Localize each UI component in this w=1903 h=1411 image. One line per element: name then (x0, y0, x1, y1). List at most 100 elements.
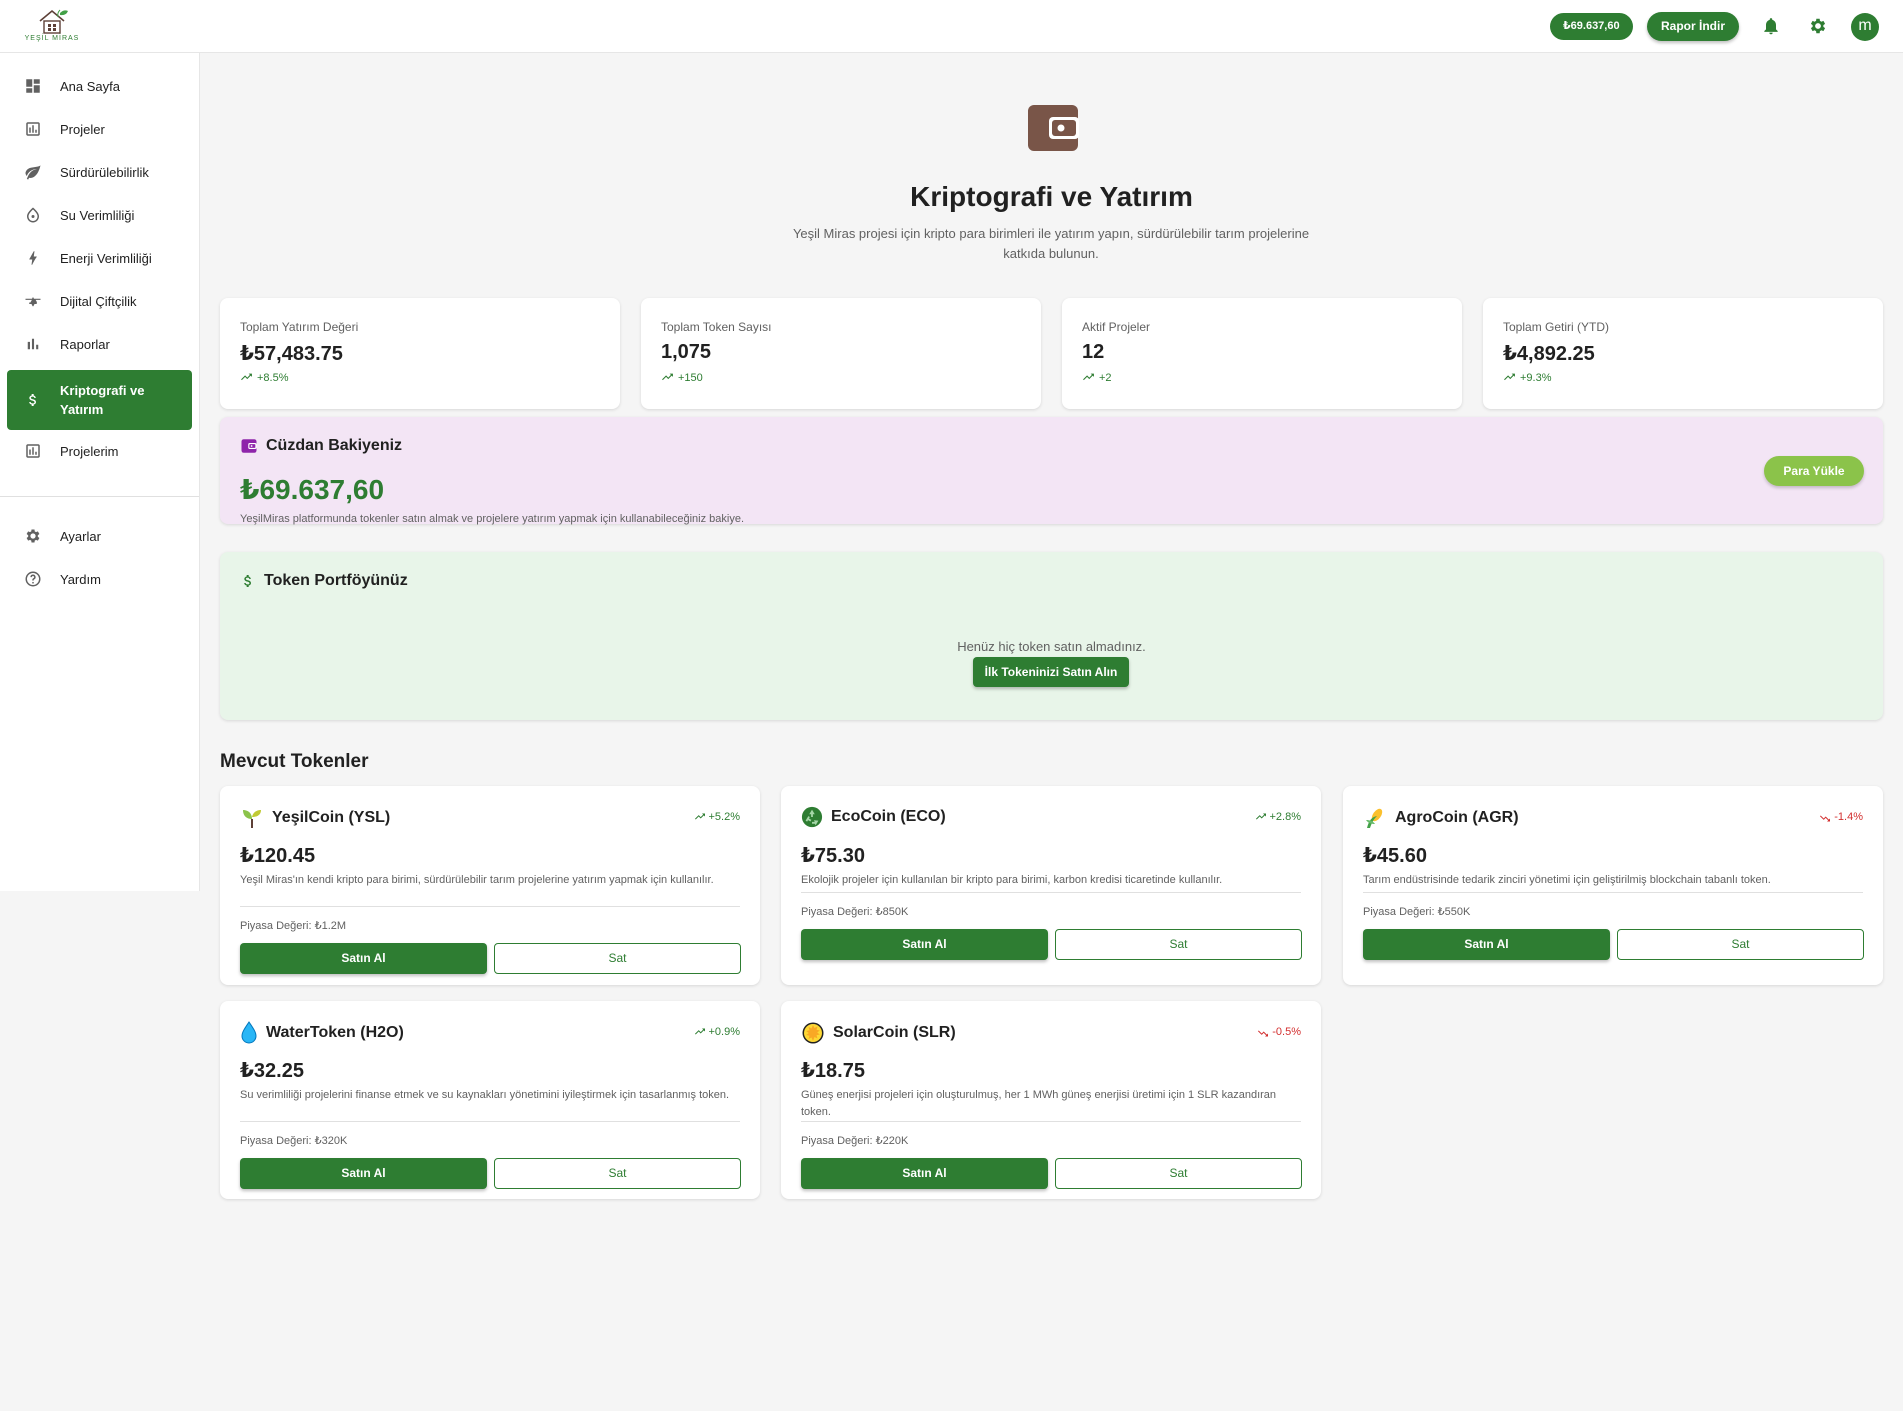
top-up-button[interactable]: Para Yükle (1764, 456, 1864, 486)
token-divider (240, 1121, 740, 1122)
token-change: +2.8% (1255, 811, 1302, 823)
buy-button[interactable]: Satın Al (801, 1158, 1048, 1189)
token-divider (240, 906, 740, 907)
token-change-value: +5.2% (708, 811, 741, 823)
leaf-icon (21, 163, 45, 181)
stat-change-value: +2 (1099, 372, 1112, 384)
stat-change: +9.3% (1503, 372, 1552, 384)
water-drop-icon (21, 206, 45, 224)
bolt-icon (21, 249, 45, 267)
sidebar-item-my-projects[interactable]: Projelerim (7, 431, 192, 471)
user-avatar[interactable]: m (1851, 13, 1879, 41)
token-change-value: -0.5% (1272, 1026, 1301, 1038)
token-name: SolarCoin (SLR) (833, 1024, 956, 1041)
token-change: +0.9% (694, 1026, 740, 1038)
token-price: ₺45.60 (1363, 845, 1427, 867)
wallet-card-header: Cüzdan Bakiyeniz (240, 437, 402, 455)
trending-up-icon (694, 1028, 705, 1034)
token-name: YeşilCoin (YSL) (272, 809, 391, 826)
stat-change-value: +150 (678, 372, 703, 384)
sell-button[interactable]: Sat (1055, 929, 1302, 960)
wallet-description: YeşilMiras platformunda tokenler satın a… (240, 513, 744, 525)
sidebar-item-label: Sürdürülebilirlik (60, 164, 149, 180)
sidebar-item-label: Su Verimliliği (60, 207, 135, 223)
download-report-button[interactable]: Rapor İndir (1647, 12, 1740, 41)
settings-gear-icon[interactable] (1808, 16, 1828, 36)
stat-card: Toplam Token Sayısı 1,075 +150 (641, 298, 1041, 409)
token-change-value: +2.8% (1269, 811, 1302, 823)
sidebar-item-reports[interactable]: Raporlar (7, 324, 192, 364)
token-divider (801, 1121, 1301, 1122)
bell-icon[interactable] (1761, 16, 1781, 36)
token-market-cap: Piyasa Değeri: ₺1.2M (240, 920, 347, 932)
token-card-h2o: WaterToken (H2O) +0.9% ₺32.25 Su verimli… (220, 1001, 760, 1199)
token-card-ysl: YeşilCoin (YSL) +5.2% ₺120.45 Yeşil Mira… (220, 786, 760, 985)
buy-button[interactable]: Satın Al (801, 929, 1048, 960)
sidebar-item-projects[interactable]: Projeler (7, 109, 192, 149)
sidebar-item-label: Dijital Çiftçilik (60, 293, 137, 309)
wallet-amount: ₺69.637,60 (240, 474, 385, 505)
wallet-balance-card: Cüzdan Bakiyeniz ₺69.637,60 YeşilMiras p… (220, 417, 1883, 525)
buy-first-token-button[interactable]: İlk Tokeninizi Satın Alın (973, 657, 1129, 687)
buy-button[interactable]: Satın Al (240, 943, 487, 974)
token-description: Yeşil Miras'ın kendi kripto para birimi,… (240, 874, 714, 886)
stat-value: ₺4,892.25 (1503, 343, 1595, 365)
sidebar-item-energy-efficiency[interactable]: Enerji Verimliliği (7, 238, 192, 278)
token-divider (801, 892, 1301, 893)
token-price: ₺120.45 (240, 845, 316, 867)
sidebar-item-digital-farming[interactable]: Dijital Çiftçilik (7, 281, 192, 321)
token-market-cap: Piyasa Değeri: ₺320K (240, 1135, 348, 1147)
sidebar-item-label: Raporlar (60, 336, 110, 352)
sell-button[interactable]: Sat (494, 943, 741, 974)
sidebar-item-label: Kriptografi ve Yatırım (60, 383, 145, 417)
sell-button[interactable]: Sat (1617, 929, 1864, 960)
stat-label: Toplam Getiri (YTD) (1503, 320, 1610, 334)
app-logo[interactable]: YEŞİL MİRAS (24, 7, 80, 45)
token-description: Güneş enerjisi projeleri için oluşturulm… (801, 1089, 1277, 1118)
recycle-icon (801, 806, 823, 828)
buy-button[interactable]: Satın Al (240, 1158, 487, 1189)
token-change: -1.4% (1819, 811, 1863, 823)
trending-up-icon (1083, 373, 1094, 381)
sidebar-item-crypto-investment[interactable]: Kriptografi ve Yatırım (7, 370, 192, 430)
top-app-bar: YEŞİL MİRAS ₺69.637,60 Rapor İndir m (0, 0, 1903, 53)
token-market-cap: Piyasa Değeri: ₺550K (1363, 906, 1471, 918)
bar-chart-icon (21, 335, 45, 353)
sidebar-item-label: Ayarlar (60, 528, 101, 544)
sidebar-item-sustainability[interactable]: Sürdürülebilirlik (7, 152, 192, 192)
trending-down-icon (1820, 815, 1831, 821)
token-header: EcoCoin (ECO) (801, 806, 946, 828)
chart-box-icon (21, 442, 45, 460)
portfolio-card-header: Token Portföyünüz (240, 572, 408, 590)
header-balance-badge[interactable]: ₺69.637,60 (1550, 13, 1633, 40)
sell-button[interactable]: Sat (1055, 1158, 1302, 1189)
sidebar-item-label: Enerji Verimliliği (60, 250, 152, 266)
token-market-cap: Piyasa Değeri: ₺220K (801, 1135, 909, 1147)
sidebar-item-help[interactable]: Yardım (7, 559, 192, 599)
stat-change: +2 (1082, 372, 1112, 384)
token-description: Su verimliliği projelerini finanse etmek… (240, 1089, 730, 1101)
stat-change: +8.5% (240, 372, 289, 384)
sell-button[interactable]: Sat (494, 1158, 741, 1189)
page-title: Kriptografi ve Yatırım (910, 181, 1193, 212)
sidebar-item-settings[interactable]: Ayarlar (7, 516, 192, 556)
wallet-title: Cüzdan Bakiyeniz (266, 437, 403, 454)
sidebar-item-label: Yardım (60, 571, 101, 587)
trending-up-icon (1504, 373, 1515, 381)
stat-card: Toplam Getiri (YTD) ₺4,892.25 +9.3% (1483, 298, 1883, 409)
token-name: AgroCoin (AGR) (1395, 809, 1519, 826)
token-card-eco: EcoCoin (ECO) +2.8% ₺75.30 Ekolojik proj… (781, 786, 1321, 985)
sidebar-item-label: Projeler (60, 121, 105, 137)
wallet-icon (241, 439, 257, 453)
stat-change-value: +9.3% (1520, 372, 1552, 384)
chart-box-icon (21, 120, 45, 138)
trending-down-icon (1258, 1030, 1269, 1036)
sidebar-item-water-efficiency[interactable]: Su Verimliliği (7, 195, 192, 235)
token-name: EcoCoin (ECO) (831, 808, 946, 825)
sidebar-item-home[interactable]: Ana Sayfa (7, 66, 192, 106)
token-market-cap: Piyasa Değeri: ₺850K (801, 906, 909, 918)
token-price: ₺32.25 (240, 1060, 304, 1082)
buy-button[interactable]: Satın Al (1363, 929, 1610, 960)
logo-house-icon (39, 9, 68, 34)
token-name: WaterToken (H2O) (266, 1024, 404, 1041)
